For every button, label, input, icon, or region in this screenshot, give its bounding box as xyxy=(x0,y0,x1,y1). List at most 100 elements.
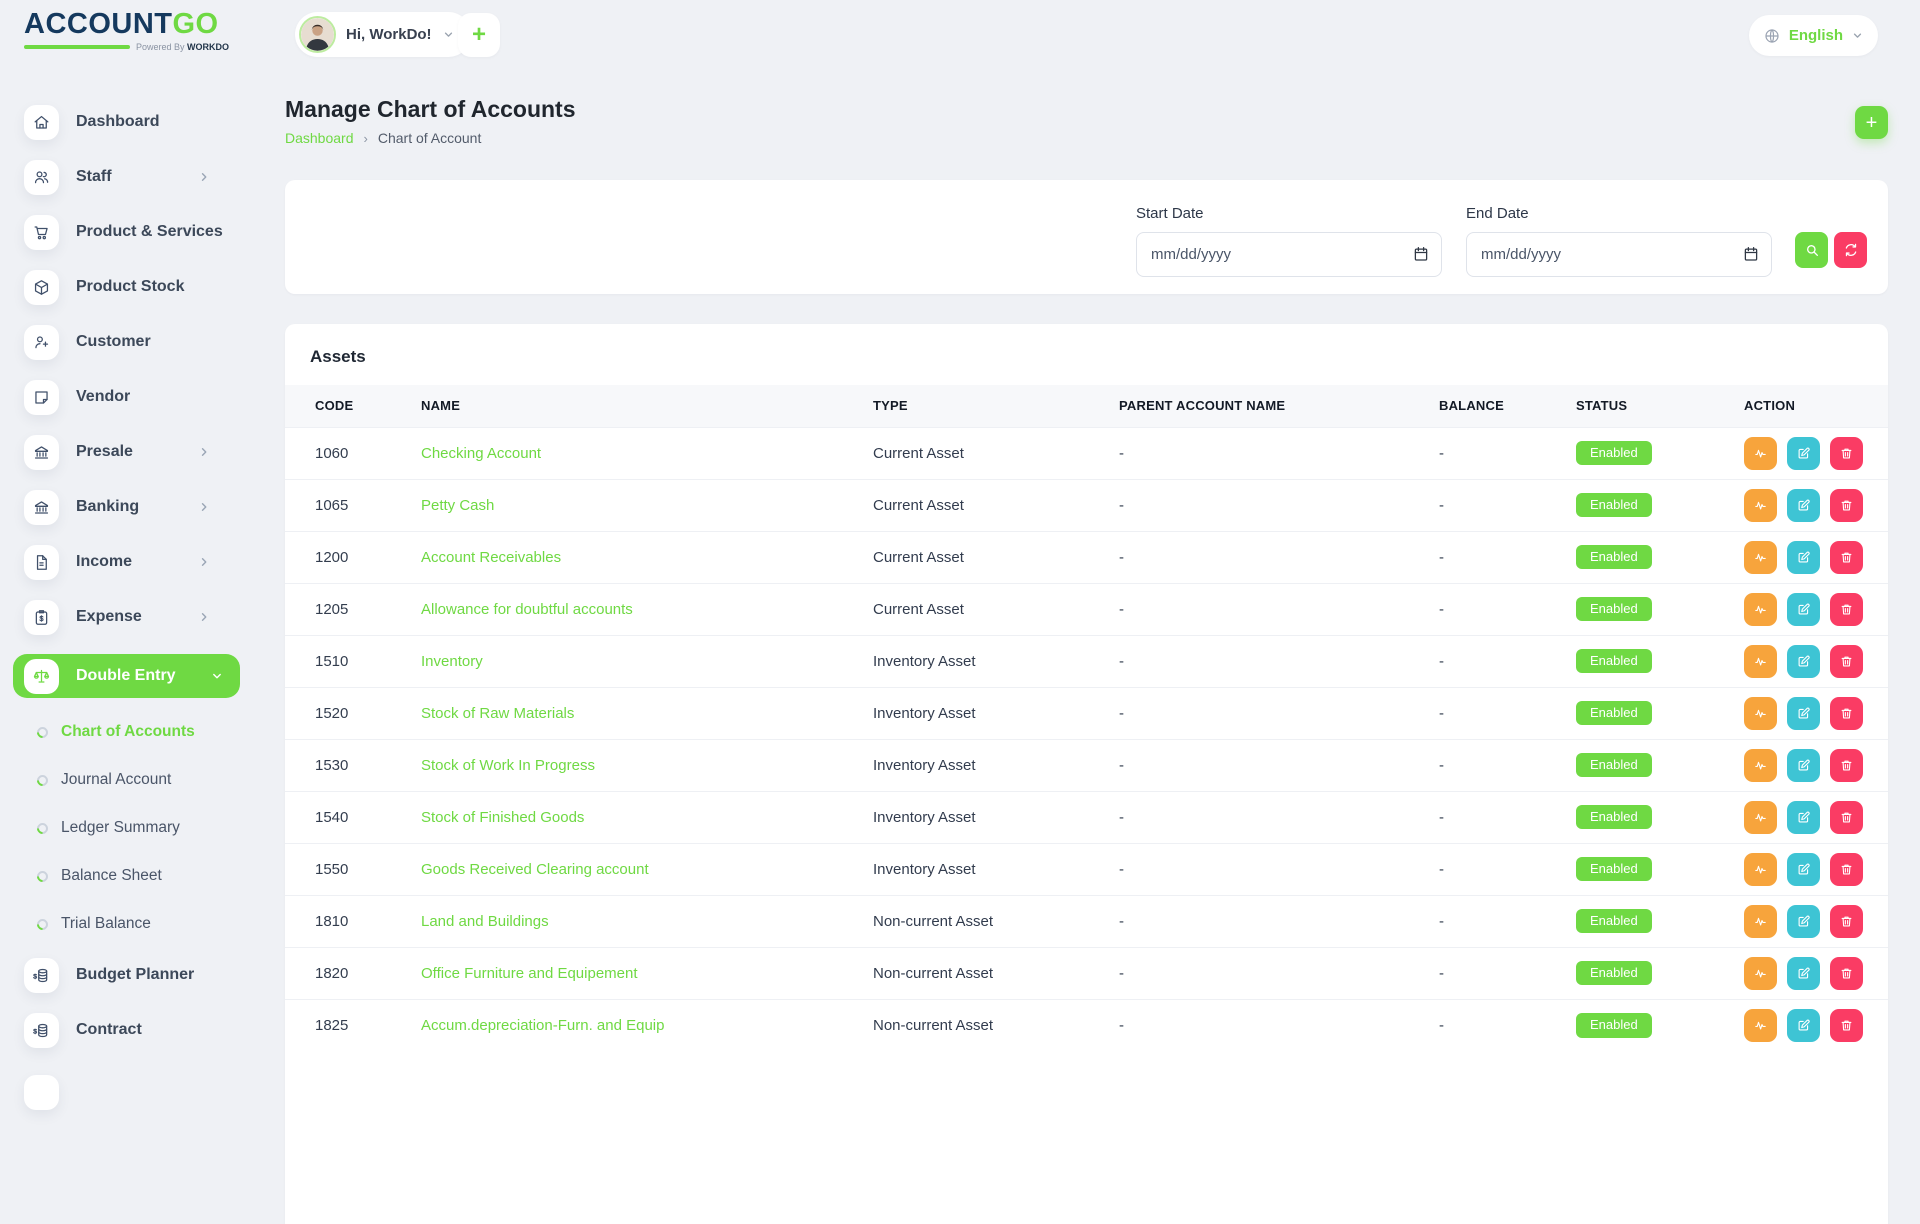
account-balance: - xyxy=(1439,999,1576,1051)
sidebar-subitem-chart-of-accounts[interactable]: Chart of Accounts xyxy=(0,717,263,747)
journal-entries-button[interactable] xyxy=(1744,957,1777,990)
journal-entries-button[interactable] xyxy=(1744,645,1777,678)
edit-button[interactable] xyxy=(1787,957,1820,990)
delete-button[interactable] xyxy=(1830,853,1863,886)
account-name-link[interactable]: Petty Cash xyxy=(421,497,494,514)
edit-button[interactable] xyxy=(1787,489,1820,522)
sidebar-item-product-stock[interactable]: Product Stock xyxy=(0,269,239,305)
account-name-link[interactable]: Inventory xyxy=(421,653,483,670)
edit-button[interactable] xyxy=(1787,437,1820,470)
box-icon xyxy=(24,270,59,305)
sidebar-item-contract[interactable]: $ Contract xyxy=(0,1012,239,1048)
account-name-link[interactable]: Checking Account xyxy=(421,445,541,462)
account-name-link[interactable]: Goods Received Clearing account xyxy=(421,861,649,878)
journal-entries-button[interactable] xyxy=(1744,437,1777,470)
sidebar-item-presale[interactable]: Presale xyxy=(0,434,239,470)
parent-account-name: - xyxy=(1119,479,1439,531)
journal-entries-button[interactable] xyxy=(1744,749,1777,782)
account-name-link[interactable]: Stock of Raw Materials xyxy=(421,705,574,722)
table-row: 1510 Inventory Inventory Asset - - Enabl… xyxy=(285,635,1888,687)
search-button[interactable] xyxy=(1795,232,1828,268)
sidebar-item-vendor[interactable]: Vendor xyxy=(0,379,239,415)
edit-button[interactable] xyxy=(1787,905,1820,938)
journal-entries-button[interactable] xyxy=(1744,541,1777,574)
account-balance: - xyxy=(1439,895,1576,947)
sidebar-item-dashboard[interactable]: Dashboard xyxy=(0,104,239,140)
journal-entries-button[interactable] xyxy=(1744,853,1777,886)
pulse-icon xyxy=(1753,1018,1768,1033)
account-name-link[interactable]: Stock of Work In Progress xyxy=(421,757,595,774)
account-name-link[interactable]: Office Furniture and Equipement xyxy=(421,965,638,982)
journal-entries-button[interactable] xyxy=(1744,593,1777,626)
delete-button[interactable] xyxy=(1830,749,1863,782)
users-icon xyxy=(24,160,59,195)
journal-entries-button[interactable] xyxy=(1744,1009,1777,1042)
calendar-icon[interactable] xyxy=(1742,245,1760,263)
add-account-button[interactable]: + xyxy=(1855,106,1888,139)
sidebar-item-expense[interactable]: $ Expense xyxy=(0,599,239,635)
trash-icon xyxy=(1839,498,1854,513)
breadcrumb-dashboard-link[interactable]: Dashboard xyxy=(285,130,354,146)
journal-entries-button[interactable] xyxy=(1744,489,1777,522)
journal-entries-button[interactable] xyxy=(1744,801,1777,834)
start-date-group: Start Date xyxy=(1136,205,1442,277)
table-row: 1820 Office Furniture and Equipement Non… xyxy=(285,947,1888,999)
journal-entries-button[interactable] xyxy=(1744,905,1777,938)
reset-button[interactable] xyxy=(1834,232,1867,268)
delete-button[interactable] xyxy=(1830,801,1863,834)
sidebar-item-product-services[interactable]: Product & Services xyxy=(0,214,239,250)
delete-button[interactable] xyxy=(1830,697,1863,730)
account-code: 1810 xyxy=(285,895,421,947)
sidebar-item-double-entry[interactable]: Double Entry xyxy=(13,654,240,698)
pulse-icon xyxy=(1753,602,1768,617)
account-name-link[interactable]: Land and Buildings xyxy=(421,913,549,930)
account-name-link[interactable]: Account Receivables xyxy=(421,549,561,566)
language-selector[interactable]: English xyxy=(1749,15,1878,56)
edit-icon xyxy=(1796,758,1811,773)
table-body: 1060 Checking Account Current Asset - - … xyxy=(285,427,1888,1051)
parent-account-name: - xyxy=(1119,635,1439,687)
end-date-group: End Date xyxy=(1466,205,1772,277)
account-name-link[interactable]: Allowance for doubtful accounts xyxy=(421,601,633,618)
sidebar-item-banking[interactable]: Banking xyxy=(0,489,239,525)
sidebar-item-income[interactable]: Income xyxy=(0,544,239,580)
journal-entries-button[interactable] xyxy=(1744,697,1777,730)
end-date-input[interactable] xyxy=(1466,232,1772,277)
bullet-ring-icon xyxy=(35,820,51,836)
edit-button[interactable] xyxy=(1787,697,1820,730)
calendar-icon[interactable] xyxy=(1412,245,1430,263)
quick-create-button[interactable]: + xyxy=(458,13,500,57)
sidebar-item-staff[interactable]: Staff xyxy=(0,159,239,195)
edit-button[interactable] xyxy=(1787,749,1820,782)
sidebar-subitem-balance-sheet[interactable]: Balance Sheet xyxy=(0,861,263,891)
sidebar-item-customer[interactable]: Customer xyxy=(0,324,239,360)
delete-button[interactable] xyxy=(1830,905,1863,938)
account-balance: - xyxy=(1439,531,1576,583)
delete-button[interactable] xyxy=(1830,593,1863,626)
app-logo[interactable]: ACCOUNTGO Powered By WORKDO xyxy=(24,10,229,52)
edit-button[interactable] xyxy=(1787,541,1820,574)
sidebar-subitem-journal-account[interactable]: Journal Account xyxy=(0,765,263,795)
sidebar-subitem-ledger-summary[interactable]: Ledger Summary xyxy=(0,813,263,843)
delete-button[interactable] xyxy=(1830,645,1863,678)
account-type: Non-current Asset xyxy=(873,999,1119,1051)
edit-button[interactable] xyxy=(1787,593,1820,626)
delete-button[interactable] xyxy=(1830,437,1863,470)
edit-button[interactable] xyxy=(1787,645,1820,678)
delete-button[interactable] xyxy=(1830,541,1863,574)
user-menu[interactable]: Hi, WorkDo! xyxy=(295,12,471,57)
trash-icon xyxy=(1839,914,1854,929)
sidebar-subitem-trial-balance[interactable]: Trial Balance xyxy=(0,909,263,939)
account-type: Non-current Asset xyxy=(873,895,1119,947)
account-name-link[interactable]: Stock of Finished Goods xyxy=(421,809,584,826)
edit-button[interactable] xyxy=(1787,801,1820,834)
delete-button[interactable] xyxy=(1830,1009,1863,1042)
trash-icon xyxy=(1839,602,1854,617)
account-name-link[interactable]: Accum.depreciation-Furn. and Equip xyxy=(421,1017,664,1034)
start-date-input[interactable] xyxy=(1136,232,1442,277)
edit-button[interactable] xyxy=(1787,1009,1820,1042)
delete-button[interactable] xyxy=(1830,489,1863,522)
delete-button[interactable] xyxy=(1830,957,1863,990)
edit-button[interactable] xyxy=(1787,853,1820,886)
sidebar-item-budget-planner[interactable]: $ Budget Planner xyxy=(0,957,239,993)
